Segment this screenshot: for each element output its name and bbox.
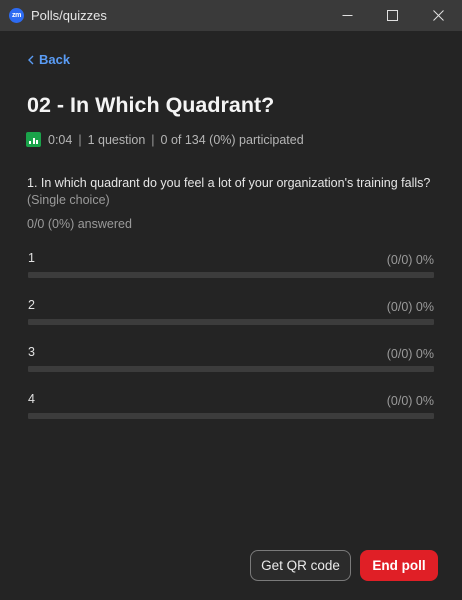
option-row: 2 (0/0) 0% xyxy=(28,298,434,328)
close-icon xyxy=(432,10,444,21)
question-body: 1. In which quadrant do you feel a lot o… xyxy=(27,176,431,190)
poll-title: 02 - In Which Quadrant? xyxy=(27,93,275,117)
option-label: 2 xyxy=(28,298,35,312)
option-stat: (0/0) 0% xyxy=(386,394,434,408)
get-qr-code-button[interactable]: Get QR code xyxy=(250,550,351,581)
option-progress-bar xyxy=(28,272,434,278)
title-bar: zm Polls/quizzes xyxy=(0,0,462,31)
question-type: (Single choice) xyxy=(27,193,110,207)
option-stat: (0/0) 0% xyxy=(386,253,434,267)
option-progress-bar xyxy=(28,319,434,325)
option-row: 4 (0/0) 0% xyxy=(28,392,434,422)
maximize-button[interactable] xyxy=(369,0,415,31)
poll-meta: 0:04 | 1 question | 0 of 134 (0%) partic… xyxy=(26,132,304,147)
back-link[interactable]: Back xyxy=(28,52,70,67)
poll-panel: Back 02 - In Which Quadrant? 0:04 | 1 qu… xyxy=(0,31,462,600)
close-button[interactable] xyxy=(415,0,461,31)
option-stat: (0/0) 0% xyxy=(386,347,434,361)
answered-count: 0/0 (0%) answered xyxy=(27,217,132,231)
poll-duration: 0:04 xyxy=(48,132,73,147)
bar-chart-icon xyxy=(26,132,41,147)
window-title: Polls/quizzes xyxy=(31,8,107,23)
option-label: 3 xyxy=(28,345,35,359)
option-progress-bar xyxy=(28,366,434,372)
option-row: 3 (0/0) 0% xyxy=(28,345,434,375)
option-stat: (0/0) 0% xyxy=(386,300,434,314)
separator: | xyxy=(151,132,155,147)
question-text: 1. In which quadrant do you feel a lot o… xyxy=(27,175,437,209)
maximize-icon xyxy=(386,10,398,21)
minimize-button[interactable] xyxy=(324,0,370,31)
option-progress-bar xyxy=(28,413,434,419)
minimize-icon xyxy=(342,15,352,16)
option-row: 1 (0/0) 0% xyxy=(28,251,434,281)
back-label: Back xyxy=(39,52,71,67)
participation-count: 0 of 134 (0%) participated xyxy=(160,132,304,147)
zoom-logo-icon: zm xyxy=(9,8,24,23)
question-count: 1 question xyxy=(87,132,146,147)
end-poll-button[interactable]: End poll xyxy=(360,550,438,581)
separator: | xyxy=(78,132,82,147)
option-label: 4 xyxy=(28,392,35,406)
option-label: 1 xyxy=(28,251,35,265)
chevron-left-icon xyxy=(28,55,34,64)
